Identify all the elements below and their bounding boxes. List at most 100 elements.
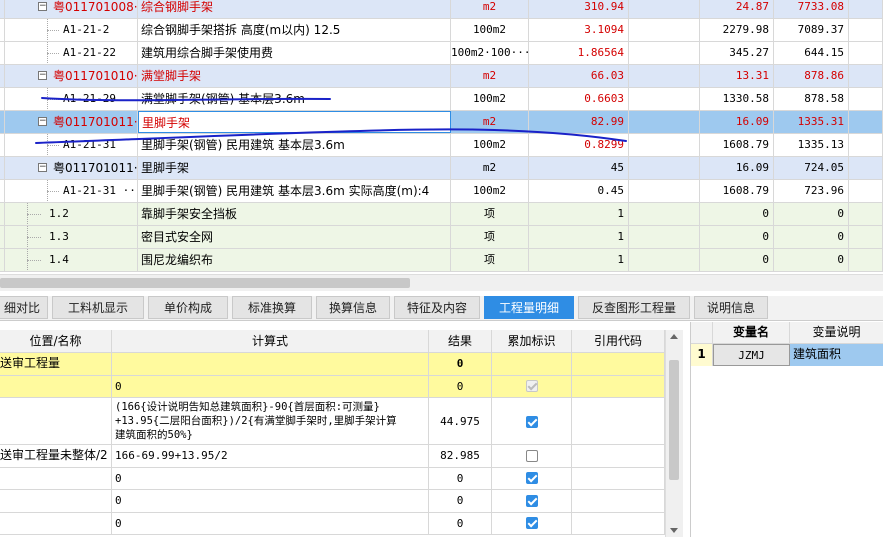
quota-row[interactable]: A1-21-2 综合钢脚手架搭拆 高度(m以内) 12.5 100m2 3.1094 2…	[0, 19, 883, 42]
code-cell[interactable]: − 粤011701011···	[5, 157, 138, 179]
unit-price-cell[interactable]: 345.27	[700, 42, 774, 64]
tab-item-3[interactable]: 标准换算	[232, 296, 312, 319]
code-cell[interactable]: 1.2	[5, 203, 138, 225]
empty-cell[interactable]	[849, 88, 883, 110]
reference-code-cell[interactable]	[572, 512, 665, 534]
quantity-cell[interactable]: 0.6603	[529, 88, 629, 110]
unit-cell[interactable]: 100m2	[451, 88, 529, 110]
horizontal-scrollbar[interactable]	[0, 274, 883, 292]
quantity-cell[interactable]: 1	[529, 249, 629, 271]
reference-code-cell[interactable]	[572, 353, 665, 375]
total-price-cell[interactable]: 0	[774, 203, 849, 225]
detail-row[interactable]: 00	[0, 375, 665, 398]
empty-cell[interactable]	[629, 226, 700, 248]
unit-cell[interactable]: 100m2	[451, 134, 529, 156]
formula-cell[interactable]: 0	[112, 375, 429, 397]
tab-item-5[interactable]: 特征及内容	[394, 296, 480, 319]
scroll-up-arrow[interactable]	[670, 334, 678, 339]
empty-cell[interactable]	[629, 111, 700, 133]
quota-row[interactable]: 1.4 围尼龙编织布项 1 0 0	[0, 249, 883, 272]
name-cell[interactable]: 综合钢脚手架搭拆 高度(m以内) 12.5	[138, 19, 451, 41]
quantity-cell[interactable]: 1	[529, 226, 629, 248]
empty-cell[interactable]	[629, 42, 700, 64]
quantity-cell[interactable]: 1.86564	[529, 42, 629, 64]
code-cell[interactable]: − 粤011701010···	[5, 65, 138, 87]
location-name-cell[interactable]	[0, 490, 112, 512]
reference-code-cell[interactable]	[572, 445, 665, 467]
unit-price-cell[interactable]: 1608.79	[700, 180, 774, 202]
name-cell[interactable]: 里脚手架	[138, 157, 451, 179]
code-cell[interactable]: A1-21-31 ···	[5, 180, 138, 202]
unit-price-cell[interactable]: 0	[700, 226, 774, 248]
unit-cell[interactable]: m2	[451, 65, 529, 87]
total-price-cell[interactable]: 7089.37	[774, 19, 849, 41]
quota-row[interactable]: 1.2 靠脚手架安全挡板项 1 0 0	[0, 203, 883, 226]
unit-cell[interactable]: m2	[451, 0, 529, 18]
tab-item-2[interactable]: 单价构成	[148, 296, 228, 319]
variable-row[interactable]: 1 JZMJ 建筑面积	[691, 344, 883, 366]
empty-cell[interactable]	[849, 226, 883, 248]
empty-cell[interactable]	[849, 65, 883, 87]
quota-row[interactable]: A1-21-31 ··· 里脚手架(钢管) 民用建筑 基本层3.6m 实际高度(m…	[0, 180, 883, 203]
name-cell[interactable]: 满堂脚手架	[138, 65, 451, 87]
tab-item-1[interactable]: 工料机显示	[52, 296, 144, 319]
name-cell[interactable]: 里脚手架(钢管) 民用建筑 基本层3.6m	[138, 134, 451, 156]
name-cell[interactable]: 满堂脚手架(钢管) 基本层3.6m	[138, 88, 451, 110]
empty-cell[interactable]	[849, 180, 883, 202]
total-price-cell[interactable]: 644.15	[774, 42, 849, 64]
tab-item-8[interactable]: 说明信息	[694, 296, 768, 319]
detail-row[interactable]: 00	[0, 490, 665, 513]
empty-cell[interactable]	[629, 0, 700, 18]
quantity-cell[interactable]: 310.94	[529, 0, 629, 18]
unit-price-cell[interactable]: 1330.58	[700, 88, 774, 110]
unit-price-cell[interactable]: 0	[700, 249, 774, 271]
formula-cell[interactable]: (166{设计说明告知总建筑面积}-90{首层面积:可测量} +13.95{二层阳…	[112, 398, 429, 444]
code-cell[interactable]: 1.4	[5, 249, 138, 271]
scroll-thumb[interactable]	[0, 278, 410, 288]
quota-row[interactable]: − 粤011701011··· 里脚手架 m2 82.99 16.09 1335.31	[0, 111, 883, 134]
var-desc-cell[interactable]: 建筑面积	[790, 344, 883, 366]
code-cell[interactable]: A1-21-29	[5, 88, 138, 110]
accumulate-checkbox[interactable]	[525, 415, 538, 428]
quota-row[interactable]: 1.3 密目式安全网项 1 0 0	[0, 226, 883, 249]
total-price-cell[interactable]: 1335.13	[774, 134, 849, 156]
quantity-cell[interactable]: 66.03	[529, 65, 629, 87]
unit-price-cell[interactable]: 13.31	[700, 65, 774, 87]
detail-row[interactable]: 00	[0, 512, 665, 535]
formula-cell[interactable]: 0	[112, 512, 429, 534]
name-cell[interactable]: 建筑用综合脚手架使用费	[138, 42, 451, 64]
quantity-cell[interactable]: 3.1094	[529, 19, 629, 41]
formula-cell[interactable]: 0	[112, 490, 429, 512]
quota-row[interactable]: A1-21-22 建筑用综合脚手架使用费 100m2·100··· 1.86564 34…	[0, 42, 883, 65]
collapse-toggle-icon[interactable]: −	[38, 71, 47, 80]
code-cell[interactable]: 1.3	[5, 226, 138, 248]
total-price-cell[interactable]: 1335.31	[774, 111, 849, 133]
location-name-cell[interactable]	[0, 467, 112, 489]
code-cell[interactable]: − 粤011701008···	[5, 0, 138, 18]
detail-row[interactable]: 送审工程量未整体/2 166-69.99+13.95/2 82.985	[0, 445, 665, 468]
name-cell[interactable]: 围尼龙编织布	[138, 249, 451, 271]
tab-item-0[interactable]: 细对比	[0, 296, 48, 319]
empty-cell[interactable]	[629, 249, 700, 271]
code-cell[interactable]: A1-21-22	[5, 42, 138, 64]
scroll-thumb[interactable]	[669, 360, 679, 480]
empty-cell[interactable]	[629, 203, 700, 225]
empty-cell[interactable]	[849, 249, 883, 271]
empty-cell[interactable]	[629, 19, 700, 41]
tab-item-4[interactable]: 换算信息	[316, 296, 390, 319]
total-price-cell[interactable]: 878.58	[774, 88, 849, 110]
empty-cell[interactable]	[849, 19, 883, 41]
code-cell[interactable]: − 粤011701011···	[5, 111, 138, 133]
vertical-scrollbar[interactable]	[665, 330, 683, 537]
location-name-cell[interactable]: 送审工程量未整体/2	[0, 445, 112, 467]
empty-cell[interactable]	[629, 180, 700, 202]
quota-row[interactable]: − 粤011701011··· 里脚手架 m2 45 16.09 724.05	[0, 157, 883, 180]
quantity-cell[interactable]: 45	[529, 157, 629, 179]
formula-cell[interactable]: 0	[112, 467, 429, 489]
unit-price-cell[interactable]: 0	[700, 203, 774, 225]
total-price-cell[interactable]: 0	[774, 249, 849, 271]
var-name-cell[interactable]: JZMJ	[713, 344, 790, 366]
scroll-down-arrow[interactable]	[670, 528, 678, 533]
unit-cell[interactable]: 100m2	[451, 180, 529, 202]
total-price-cell[interactable]: 0	[774, 226, 849, 248]
